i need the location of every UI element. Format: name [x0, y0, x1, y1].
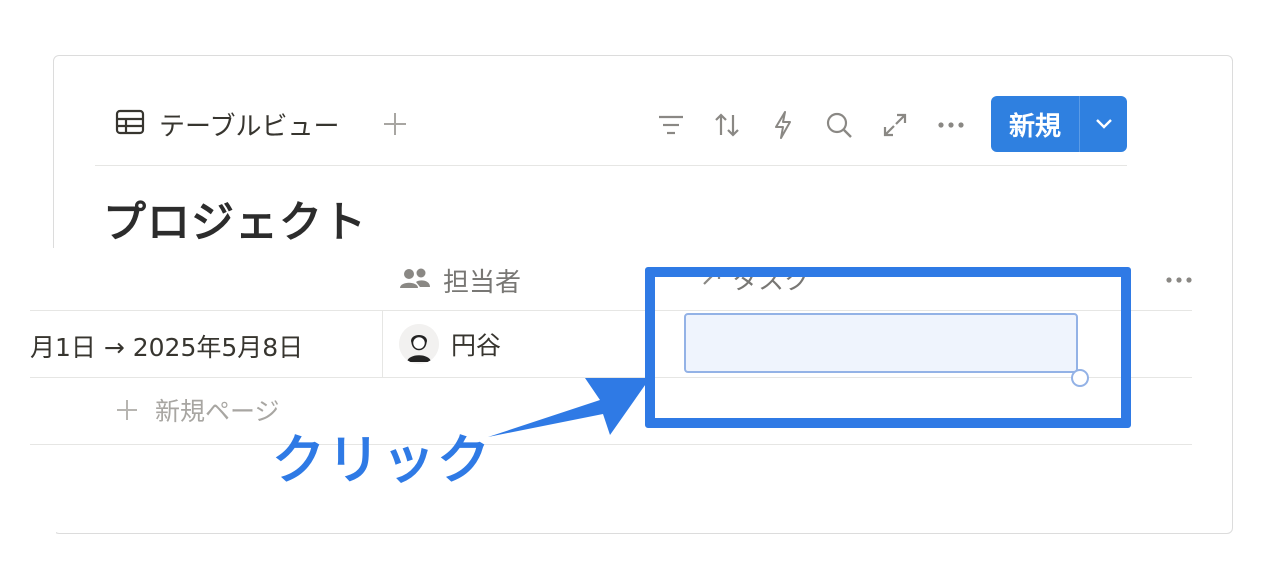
click-annotation-label: クリック	[272, 430, 492, 491]
callout-arrow-icon	[488, 378, 650, 437]
